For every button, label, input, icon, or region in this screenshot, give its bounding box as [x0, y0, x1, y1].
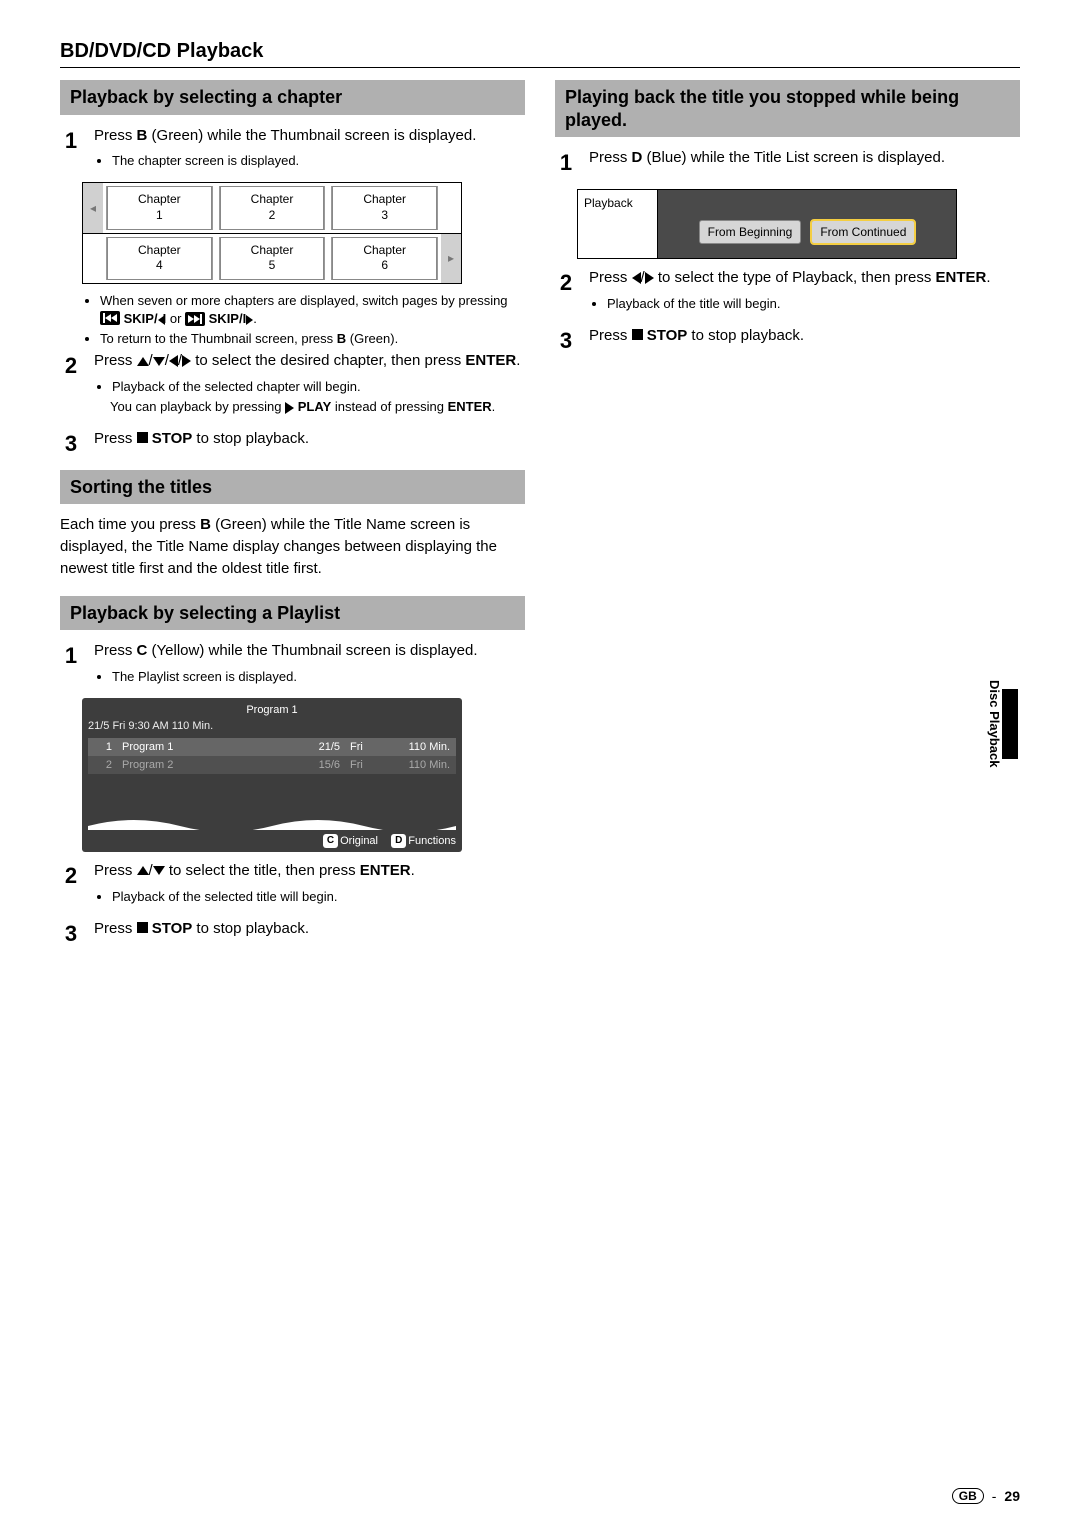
chapter-cell[interactable]: Chapter4	[106, 237, 213, 280]
torn-edge-icon	[88, 814, 456, 830]
s3-step1: 1 Press C (Yellow) while the Thumbnail s…	[60, 640, 525, 688]
s3-step2: 2 Press / to select the title, then pres…	[60, 860, 525, 908]
step-body: Press STOP to stop playback.	[589, 325, 1020, 357]
chapter-cell[interactable]: Chapter6	[331, 237, 438, 280]
skip-prev-icon	[100, 311, 120, 325]
down-icon	[153, 866, 165, 875]
bullet: Playback of the selected chapter will be…	[112, 378, 525, 396]
step-body: Press / to select the type of Playback, …	[589, 267, 1020, 315]
playlist-row[interactable]: 1Program 121/5Fri110 Min.	[88, 738, 456, 756]
side-tab-label: Disc Playback	[987, 680, 1002, 767]
right-icon	[645, 272, 654, 284]
chapter-cell[interactable]: Chapter1	[106, 186, 213, 229]
playlist-footer: COriginal DFunctions	[88, 830, 456, 848]
chapter-grid: ◂ Chapter1 Chapter2 Chapter3 Chapter4 Ch…	[82, 182, 462, 283]
side-tab-marker	[1002, 689, 1018, 759]
step-number: 1	[555, 147, 577, 179]
s1-step1: 1 Press B (Green) while the Thumbnail sc…	[60, 125, 525, 173]
right-column: Playing back the title you stopped while…	[555, 80, 1020, 960]
playlist-title: Program 1	[88, 704, 456, 716]
page-title: BD/DVD/CD Playback	[60, 40, 1020, 68]
bullet: Playback of the selected title will begi…	[112, 888, 525, 906]
text: Press	[94, 127, 137, 144]
up-icon	[137, 866, 149, 875]
left-icon	[169, 355, 178, 367]
stop-icon	[137, 922, 148, 933]
step-body: Press / to select the title, then press …	[94, 860, 525, 908]
heading-playlist-playback: Playback by selecting a Playlist	[60, 596, 525, 631]
page-number: 29	[1004, 1488, 1020, 1504]
key-b: B	[137, 127, 148, 144]
note: When seven or more chapters are displaye…	[100, 292, 525, 328]
step-body: Press STOP to stop playback.	[94, 918, 525, 950]
from-continued-button[interactable]: From Continued	[811, 220, 915, 244]
subnote: You can playback by pressing PLAY instea…	[110, 398, 525, 416]
chapter-prev-icon[interactable]: ◂	[83, 183, 103, 232]
chapter-notes: When seven or more chapters are displaye…	[82, 292, 525, 349]
heading-resume-playback: Playing back the title you stopped while…	[555, 80, 1020, 137]
left-column: Playback by selecting a chapter 1 Press …	[60, 80, 525, 960]
key-d: D	[632, 149, 643, 166]
right-icon	[182, 355, 191, 367]
playlist-meta: 21/5 Fri 9:30 AM 110 Min.	[88, 720, 456, 732]
text: (Green) while the Thumbnail screen is di…	[147, 127, 476, 144]
bullets: Playback of the selected chapter will be…	[94, 378, 525, 416]
popup-label: Playback	[578, 190, 658, 258]
playback-popup: Playback From Beginning From Continued	[577, 189, 957, 259]
step-number: 3	[60, 428, 82, 460]
step-number: 1	[60, 125, 82, 173]
play-icon	[285, 402, 294, 414]
step-number: 2	[60, 350, 82, 417]
step-body: Press B (Green) while the Thumbnail scre…	[94, 125, 525, 173]
step-number: 1	[60, 640, 82, 688]
r-step2: 2 Press / to select the type of Playback…	[555, 267, 1020, 315]
s1-step3: 3 Press STOP to stop playback.	[60, 428, 525, 460]
playlist-screen: Program 1 21/5 Fri 9:30 AM 110 Min. 1Pro…	[82, 698, 462, 852]
stop-icon	[632, 329, 643, 340]
r-step1: 1 Press D (Blue) while the Title List sc…	[555, 147, 1020, 179]
step-body: Press D (Blue) while the Title List scre…	[589, 147, 1020, 179]
heading-chapter-playback: Playback by selecting a chapter	[60, 80, 525, 115]
step-number: 3	[555, 325, 577, 357]
step-number: 2	[555, 267, 577, 315]
step-body: Press /// to select the desired chapter,…	[94, 350, 525, 417]
playlist-row[interactable]: 2Program 215/6Fri110 Min.	[88, 756, 456, 774]
step-body: Press C (Yellow) while the Thumbnail scr…	[94, 640, 525, 688]
step-number: 3	[60, 918, 82, 950]
s3-step3: 3 Press STOP to stop playback.	[60, 918, 525, 950]
bullets: The chapter screen is displayed.	[94, 152, 525, 170]
skip-next-icon	[185, 312, 205, 326]
bullet: The Playlist screen is displayed.	[112, 668, 525, 686]
step-body: Press STOP to stop playback.	[94, 428, 525, 460]
chapter-next-icon[interactable]: ▸	[441, 234, 461, 283]
chapter-cell[interactable]: Chapter3	[331, 186, 438, 229]
two-column-layout: Playback by selecting a chapter 1 Press …	[60, 80, 1020, 960]
bullet: Playback of the title will begin.	[607, 295, 1020, 313]
bullet: The chapter screen is displayed.	[112, 152, 525, 170]
heading-sorting: Sorting the titles	[60, 470, 525, 505]
r-step3: 3 Press STOP to stop playback.	[555, 325, 1020, 357]
sorting-paragraph: Each time you press B (Green) while the …	[60, 514, 525, 579]
from-beginning-button[interactable]: From Beginning	[699, 220, 802, 244]
stop-icon	[137, 432, 148, 443]
note: To return to the Thumbnail screen, press…	[100, 330, 525, 348]
manual-page: BD/DVD/CD Playback Playback by selecting…	[0, 0, 1080, 1532]
up-icon	[137, 357, 149, 366]
side-tab: Disc Playback	[987, 680, 1022, 767]
s1-step2: 2 Press /// to select the desired chapte…	[60, 350, 525, 417]
step-number: 2	[60, 860, 82, 908]
key-c: C	[137, 642, 148, 659]
region-badge: GB	[952, 1488, 984, 1504]
down-icon	[153, 357, 165, 366]
chapter-cell[interactable]: Chapter2	[219, 186, 326, 229]
chapter-cell[interactable]: Chapter5	[219, 237, 326, 280]
page-footer: GB - 29	[952, 1488, 1020, 1504]
left-icon	[632, 272, 641, 284]
